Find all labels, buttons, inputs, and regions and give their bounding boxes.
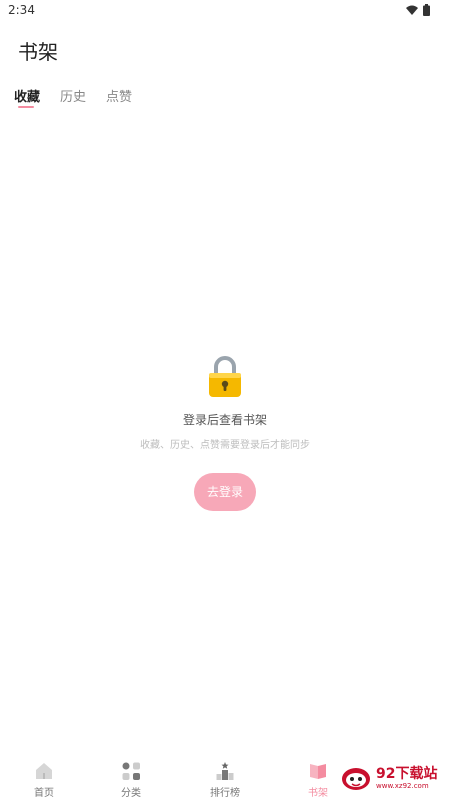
status-time: 2:34	[8, 3, 35, 17]
lock-icon	[209, 356, 241, 397]
tab-label: 历史	[60, 90, 87, 105]
nav-label: 排行榜	[210, 788, 240, 799]
watermark-mascot-icon	[342, 768, 370, 790]
page-title: 书架	[18, 40, 58, 64]
nav-label: 首页	[34, 788, 54, 799]
tab-likes[interactable]: 点赞	[106, 86, 132, 110]
empty-state-subtitle: 收藏、历史、点赞需要登录后才能同步	[140, 440, 310, 451]
tab-bar: 收藏 历史 点赞	[14, 86, 132, 110]
category-icon	[122, 762, 140, 780]
ranking-icon	[216, 762, 234, 780]
watermark-logo: 92下载站 www.xz92.com	[340, 763, 445, 793]
nav-label: 分类	[121, 788, 141, 799]
tab-label: 点赞	[106, 90, 133, 105]
nav-item-bookshelf[interactable]: 书架	[288, 761, 348, 799]
watermark-text: 92下载站	[376, 766, 438, 782]
nav-item-category[interactable]: 分类	[101, 761, 161, 799]
battery-icon	[423, 4, 430, 16]
nav-label: 书架	[308, 788, 328, 799]
wifi-icon	[406, 5, 418, 15]
nav-item-home[interactable]: 首页	[14, 761, 74, 799]
nav-item-ranking[interactable]: 排行榜	[195, 761, 255, 799]
tab-label: 收藏	[14, 90, 41, 105]
login-button[interactable]: 去登录	[194, 473, 256, 511]
status-bar: 2:34	[0, 0, 450, 22]
status-icons	[406, 4, 430, 16]
active-tab-indicator	[18, 106, 34, 108]
empty-state-title: 登录后查看书架	[182, 413, 267, 427]
tab-favorites[interactable]: 收藏	[14, 86, 40, 110]
watermark-url: www.xz92.com	[376, 782, 429, 790]
home-icon	[36, 763, 52, 779]
empty-state: 登录后查看书架 收藏、历史、点赞需要登录后才能同步 去登录	[0, 355, 450, 511]
bookshelf-icon	[310, 764, 326, 779]
tab-history[interactable]: 历史	[60, 86, 86, 110]
